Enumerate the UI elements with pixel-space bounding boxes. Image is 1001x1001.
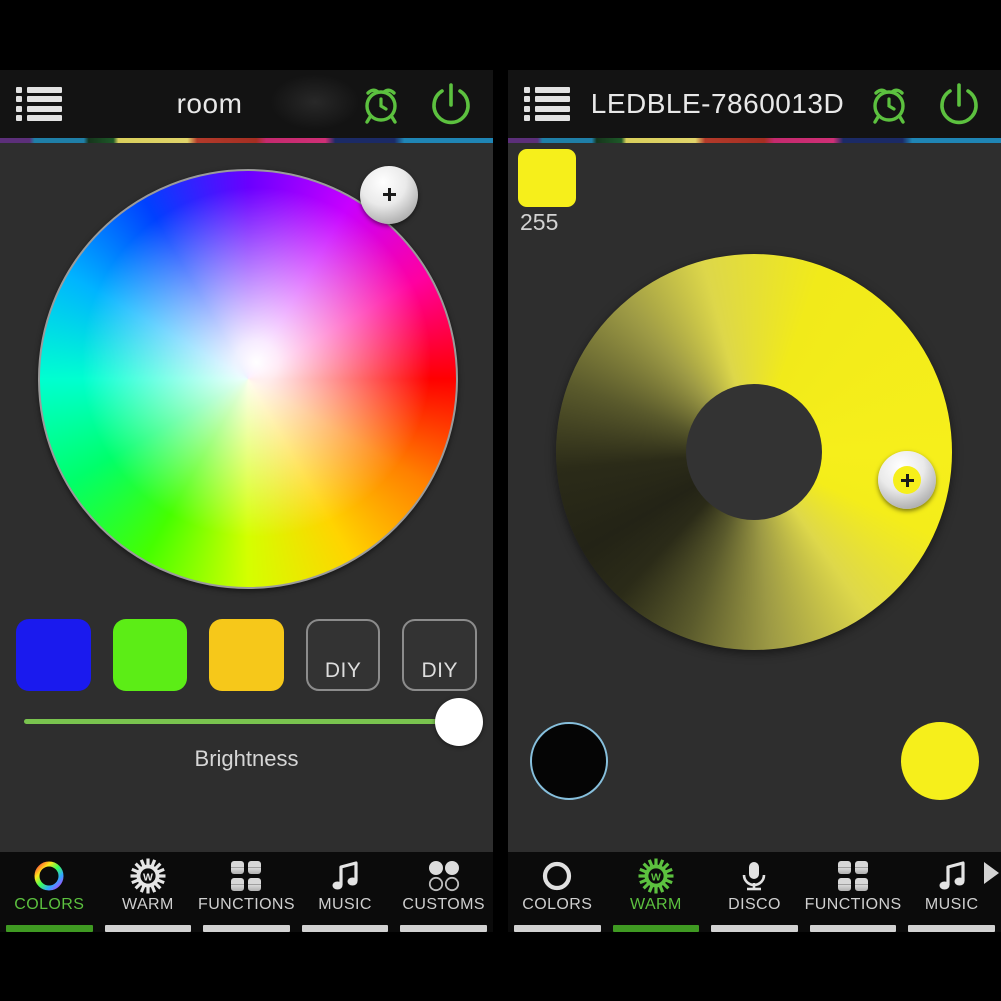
right-phone-panel: LEDBLE-7860013D 255 COLORS W WARM DISCO …: [508, 70, 1001, 932]
brightness-label: Brightness: [194, 746, 299, 771]
brightness-slider[interactable]: Brightness: [0, 697, 493, 772]
nav-item-underline: [104, 925, 192, 932]
nav-item-label: COLORS: [522, 896, 593, 913]
nav-item-label: DISCO: [728, 896, 781, 913]
nav-item-underline: [203, 925, 290, 932]
svg-text:W: W: [143, 871, 153, 883]
device-title: LEDBLE-7860013D: [590, 88, 845, 119]
cold-white-circle[interactable]: [530, 722, 608, 800]
nav-item-colors[interactable]: COLORS: [0, 852, 99, 932]
brightness-knob[interactable]: [435, 697, 483, 746]
alarm-clock-icon[interactable]: [357, 80, 405, 128]
right-header-actions: [865, 80, 983, 128]
four-squares-icon: [229, 858, 263, 894]
nav-item-underline: [513, 925, 601, 932]
circle-ring-icon: [540, 858, 574, 894]
nav-item-label: MUSIC: [924, 896, 979, 913]
color-wheel-area: [0, 143, 493, 613]
preset-blue[interactable]: [16, 619, 91, 691]
nav-item-label: FUNCTIONS: [198, 896, 295, 913]
hsv-color-wheel[interactable]: [38, 169, 458, 589]
nav-item-label: WARM: [630, 896, 682, 913]
warm-wheel-center-hole: [686, 384, 822, 520]
left-header: room: [0, 70, 493, 138]
crosshair-icon: [382, 188, 396, 202]
nav-item-functions[interactable]: FUNCTIONS: [804, 852, 903, 932]
nav-item-underline: [711, 925, 798, 932]
microphone-icon: [737, 858, 771, 894]
warm-value-text: 255: [520, 209, 559, 235]
music-note-icon: [328, 858, 362, 894]
list-menu-icon[interactable]: [524, 87, 570, 121]
left-phone-panel: room DIY DIY Brightness COLORS W WARM FU…: [0, 70, 493, 932]
nav-item-underline: [5, 925, 93, 932]
app-screenshot: room DIY DIY Brightness COLORS W WARM FU…: [0, 0, 1001, 1001]
nav-item-label: FUNCTIONS: [804, 896, 902, 913]
alarm-clock-icon[interactable]: [865, 80, 913, 128]
nav-more-arrow-icon[interactable]: [984, 862, 999, 884]
power-icon[interactable]: [935, 80, 983, 128]
nav-item-underline: [612, 925, 700, 932]
nav-item-functions[interactable]: FUNCTIONS: [197, 852, 296, 932]
left-header-actions: [357, 80, 475, 128]
nav-item-disco[interactable]: DISCO: [705, 852, 804, 932]
power-icon[interactable]: [427, 80, 475, 128]
nav-item-colors[interactable]: COLORS: [508, 852, 607, 932]
diy-label: DIY: [421, 659, 458, 682]
preset-green[interactable]: [112, 619, 188, 691]
right-header: LEDBLE-7860013D: [508, 70, 1001, 138]
warm-gear-w-icon: W: [130, 858, 166, 894]
four-squares-icon: [836, 858, 870, 894]
color-wheel-handle[interactable]: [360, 165, 419, 224]
preset-diy-1[interactable]: DIY: [305, 619, 381, 691]
warm-white-circle[interactable]: [901, 722, 979, 800]
nav-item-warm[interactable]: W WARM: [607, 852, 706, 932]
nav-item-customs[interactable]: CUSTOMS: [394, 852, 493, 932]
nav-item-label: MUSIC: [318, 896, 372, 913]
brightness-track[interactable]: [24, 697, 483, 746]
diy-label: DIY: [324, 659, 362, 682]
four-circles-icon: [427, 858, 461, 894]
music-note-icon: [935, 858, 969, 894]
list-menu-icon[interactable]: [16, 87, 62, 121]
device-title: room: [176, 88, 243, 119]
nav-item-label: CUSTOMS: [402, 896, 485, 913]
nav-item-underline: [301, 925, 389, 932]
preset-yellow[interactable]: [209, 619, 284, 691]
nav-item-underline: [908, 925, 996, 932]
warm-gear-w-icon: W: [638, 858, 674, 894]
preset-swatch-row: DIY DIY: [0, 619, 493, 691]
right-bottom-nav: COLORS W WARM DISCO FUNCTIONS MUSIC: [508, 852, 1001, 932]
warm-preset-circles: [508, 712, 1001, 822]
nav-item-underline: [400, 925, 488, 932]
nav-item-label: WARM: [122, 896, 174, 913]
crosshair-icon: [900, 473, 914, 487]
left-bottom-nav: COLORS W WARM FUNCTIONS MUSIC CUSTOMS: [0, 852, 493, 932]
warm-value-chip[interactable]: [518, 149, 576, 207]
warm-color-wheel[interactable]: [556, 254, 952, 650]
nav-item-underline: [809, 925, 897, 932]
nav-item-music[interactable]: MUSIC: [296, 852, 395, 932]
preset-diy-2[interactable]: DIY: [402, 619, 477, 691]
nav-item-label: COLORS: [14, 896, 85, 913]
color-ring-icon: [32, 858, 66, 894]
svg-text:W: W: [651, 871, 661, 883]
nav-item-warm[interactable]: W WARM: [99, 852, 198, 932]
warm-wheel-area: [508, 236, 1001, 706]
warm-value-area: 255: [508, 143, 1001, 236]
